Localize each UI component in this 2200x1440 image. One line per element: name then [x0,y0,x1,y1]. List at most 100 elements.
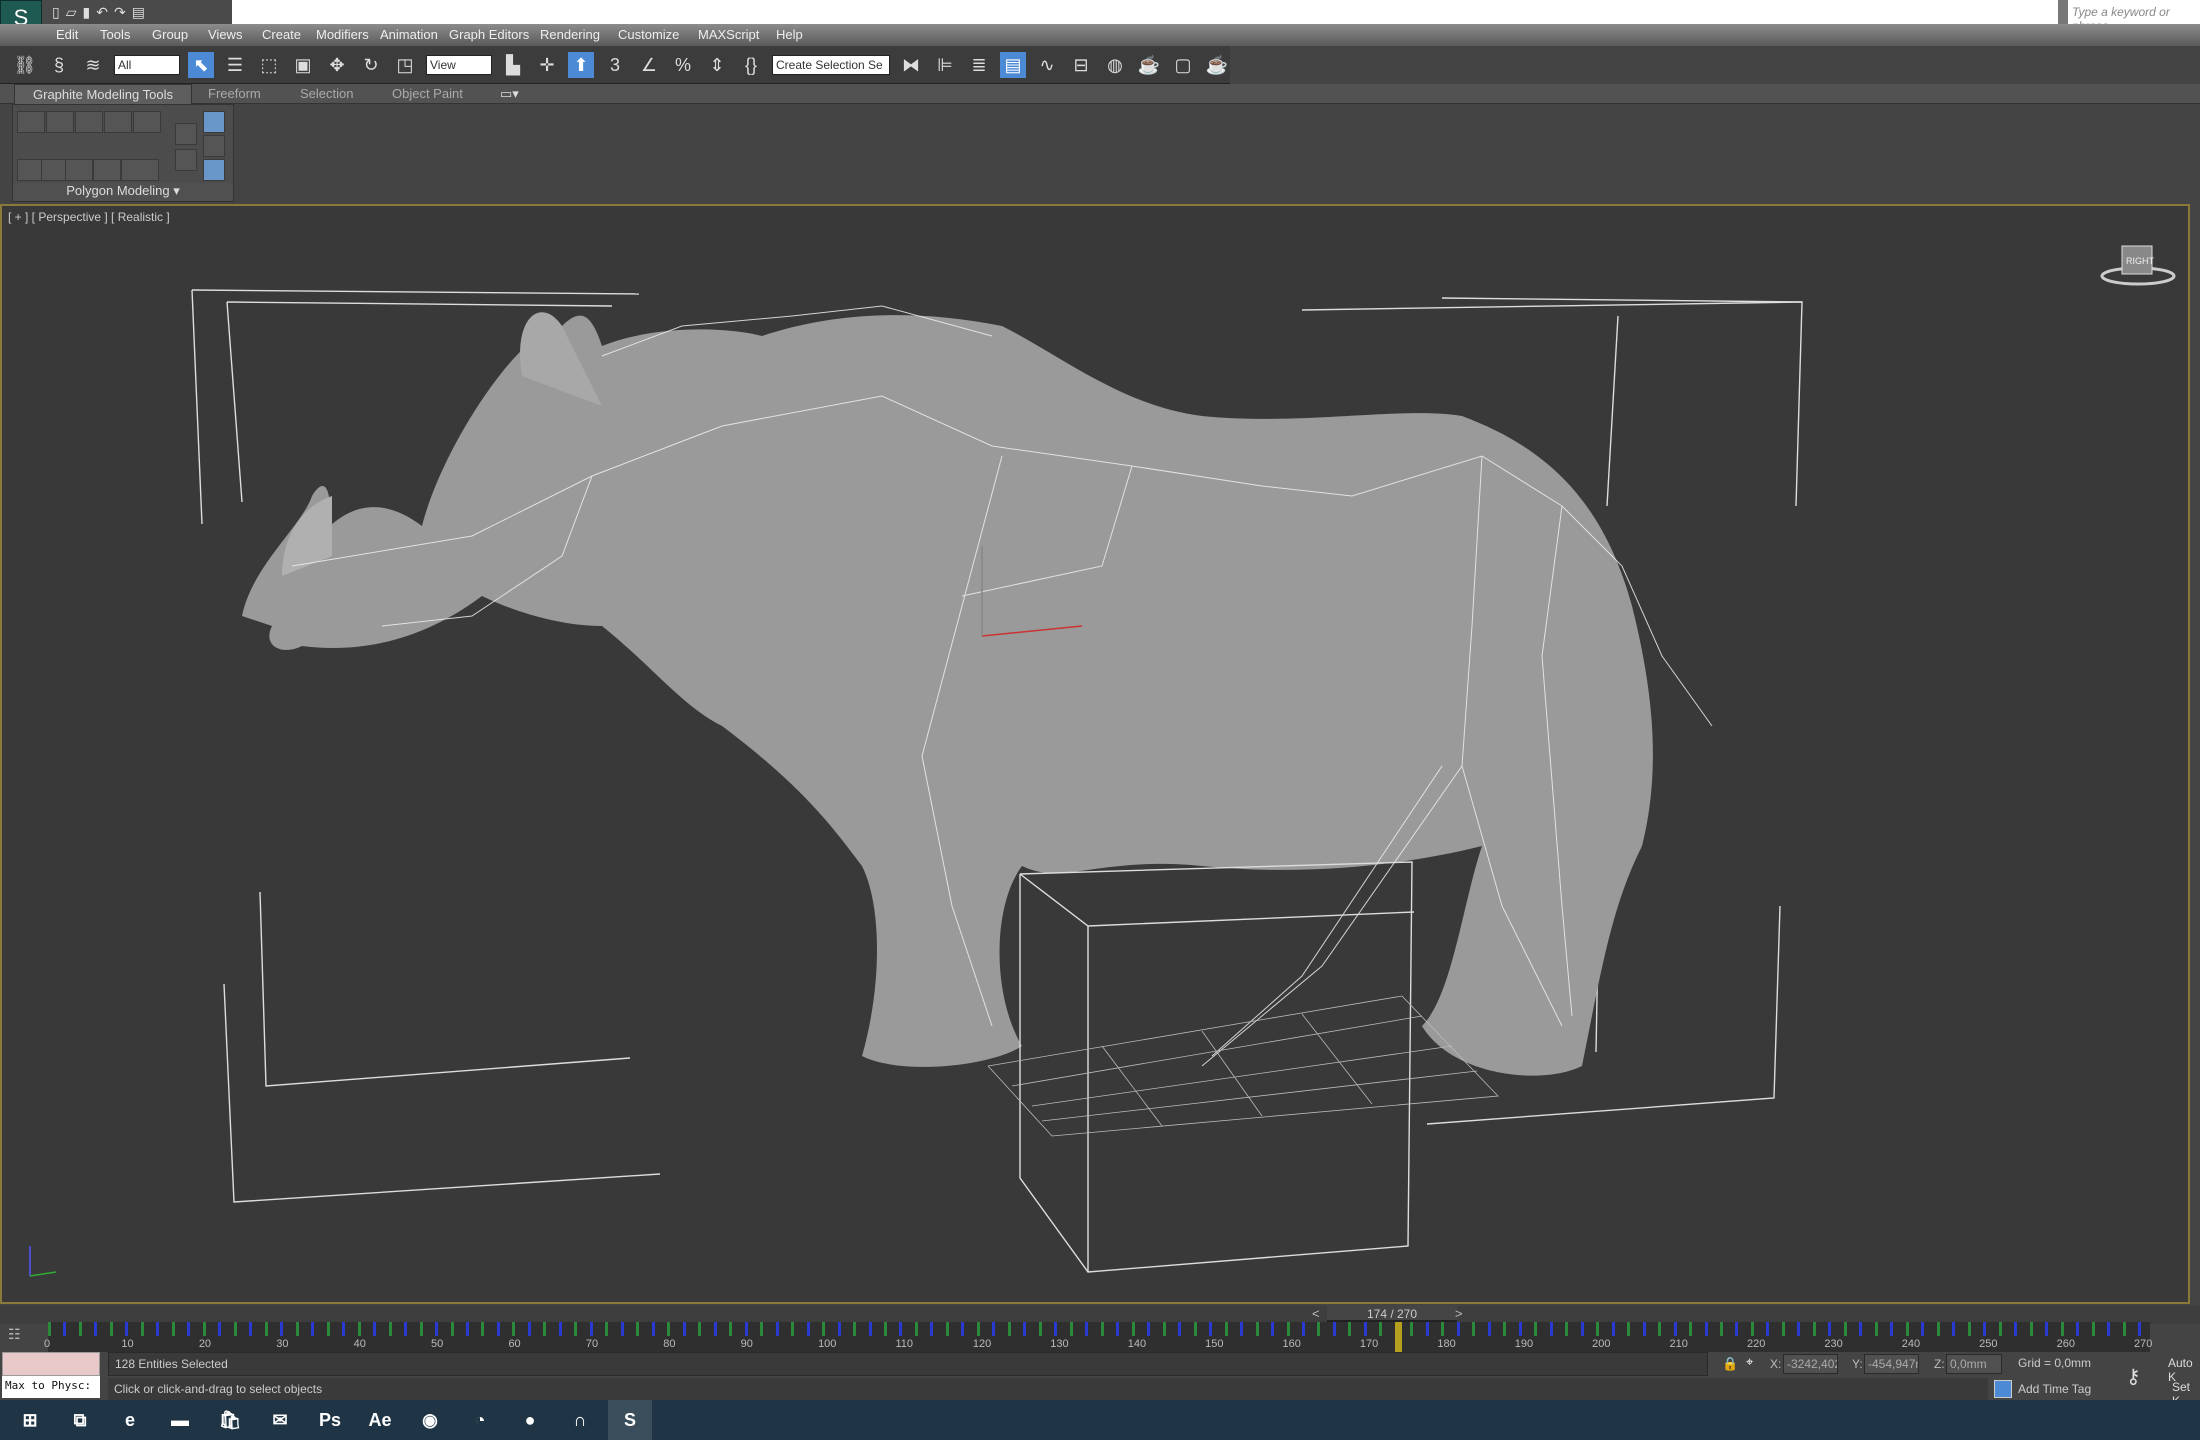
snaps-toggle-icon[interactable]: 3 [602,52,628,78]
keyboard-shortcut-override-icon[interactable]: ⬆ [568,51,594,78]
menu-tools[interactable]: Tools [100,27,130,42]
collapse-icon[interactable] [121,159,159,181]
rotate-icon[interactable]: ↻ [358,52,384,78]
tab-graphite-modeling-tools[interactable]: Graphite Modeling Tools [14,84,192,104]
after-effects-icon[interactable]: Ae [358,1400,402,1440]
trackbar[interactable]: 0 10 20 30 40 50 60 70 80 90 100 110 120 130 140 150 160… [44,1322,2152,1352]
scale-icon[interactable]: ◳ [392,52,418,78]
set-key-icon[interactable]: ⚷ [2126,1364,2141,1389]
app-orange-icon[interactable]: ∩ [558,1400,602,1440]
material-editor-icon[interactable]: ◍ [1102,52,1128,78]
z-coordinate-field[interactable]: 0,0mm [1946,1354,2002,1374]
task-view-icon[interactable]: ⧉ [58,1400,102,1440]
unlink-icon[interactable]: § [46,52,72,78]
rect-selection-icon[interactable]: ⬚ [256,52,282,78]
tab-selection[interactable]: Selection [300,86,353,101]
selection-lock-icon[interactable]: 🔒 [1722,1356,1738,1372]
tab-freeform[interactable]: Freeform [208,86,261,101]
schematic-view-icon[interactable]: ⊟ [1068,52,1094,78]
maxscript-mini-listener[interactable] [2,1352,100,1376]
search-input[interactable]: Type a keyword or phrase [2058,0,2200,33]
select-object-icon[interactable]: ⬉ [188,51,214,78]
start-icon[interactable]: ⊞ [8,1400,52,1440]
modify-mode-3-icon[interactable] [65,159,93,181]
link-icon[interactable]: ⛓ [12,52,38,78]
store-icon[interactable]: 🛍 [208,1400,252,1440]
menu-modifiers[interactable]: Modifiers [316,27,369,42]
show-end-result-icon[interactable] [203,111,225,133]
mirror-icon[interactable]: ⧓ [898,52,924,78]
chat-icon[interactable]: ● [508,1400,552,1440]
absolute-mode-icon[interactable]: ⌖ [1746,1354,1753,1370]
blender-icon[interactable]: ◔ [458,1400,502,1440]
edit-named-selection-icon[interactable]: {} [738,52,764,78]
add-time-tag-button[interactable]: Add Time Tag [2016,1380,2116,1400]
perspective-viewport[interactable]: [ + ] [ Perspective ] [ Realistic ] RIGH… [0,204,2190,1304]
prev-frame-button[interactable]: < [1312,1306,1320,1321]
new-icon[interactable]: ▯ [52,4,60,21]
menu-maxscript[interactable]: MAXScript [698,27,759,42]
percent-snap-icon[interactable]: % [670,52,696,78]
open-icon[interactable]: ▱ [66,4,77,21]
polygon-mode-icon[interactable] [104,111,132,133]
viewcube-label[interactable]: RIGHT [2126,256,2155,266]
align-icon[interactable]: ⊫ [932,52,958,78]
angle-snap-icon[interactable]: ∠ [636,52,662,78]
curve-editor-icon[interactable]: ∿ [1034,52,1060,78]
3ds-max-icon[interactable]: S [608,1400,652,1440]
border-mode-icon[interactable] [75,111,103,133]
element-mode-icon[interactable] [133,111,161,133]
file-explorer-icon[interactable]: ▬ [158,1400,202,1440]
menu-help[interactable]: Help [776,27,803,42]
vertex-mode-icon[interactable] [17,111,45,133]
rendered-frame-window-icon[interactable]: ▢ [1170,52,1196,78]
render-setup-icon[interactable]: ☕ [1136,52,1162,78]
project-icon[interactable]: ▤ [132,4,145,21]
pivot-center-icon[interactable]: ✛ [534,52,560,78]
spinner-snap-icon[interactable]: ⇕ [704,52,730,78]
edge-icon[interactable]: e [108,1400,152,1440]
edge-mode-icon[interactable] [46,111,74,133]
photoshop-icon[interactable]: Ps [308,1400,352,1440]
y-coordinate-field[interactable]: -454,947m [1864,1354,1919,1374]
ribbon-options-icon[interactable]: ▭▾ [500,86,519,102]
selection-filter-dropdown[interactable]: All [114,54,180,75]
select-by-name-icon[interactable]: ☰ [222,52,248,78]
time-slider[interactable]: 174 / 270 [1327,1306,1457,1322]
reference-coord-dropdown[interactable]: View [426,54,492,75]
select-manipulate-icon[interactable]: ▙ [500,52,526,78]
menu-create[interactable]: Create [262,27,301,42]
undo-icon[interactable]: ↶ [96,4,108,21]
timeline-toggle-icon[interactable]: ☷ [8,1326,21,1343]
save-icon[interactable]: ▮ [83,4,91,21]
bind-spacewarp-icon[interactable]: ≋ [80,52,106,78]
previous-modifier-icon[interactable] [175,123,197,145]
tab-object-paint[interactable]: Object Paint [392,86,463,101]
scene-explorer-icon[interactable]: ▤ [1000,51,1026,78]
mail-icon[interactable]: ✉ [258,1400,302,1440]
redo-icon[interactable]: ↷ [114,4,126,21]
move-icon[interactable]: ✥ [324,52,350,78]
next-modifier-icon[interactable] [175,149,197,171]
menu-animation[interactable]: Animation [380,27,438,42]
polygon-modeling-dropdown[interactable]: Polygon Modeling ▾ [13,183,233,201]
render-production-icon[interactable]: ☕ [1204,52,1230,78]
layer-explorer-icon[interactable]: ≣ [966,52,992,78]
apply-modifier-icon[interactable] [93,159,121,181]
maxscript-input[interactable]: Max to Physc: [2,1376,100,1398]
x-coordinate-field[interactable]: -3242,402r [1783,1354,1838,1374]
menu-rendering[interactable]: Rendering [540,27,600,42]
use-soft-selection-icon[interactable] [203,159,225,181]
menu-customize[interactable]: Customize [618,27,679,42]
menu-edit[interactable]: Edit [56,27,78,42]
next-frame-button[interactable]: > [1455,1306,1463,1321]
menu-graph-editors[interactable]: Graph Editors [449,27,529,42]
time-tag-icon[interactable] [1994,1380,2012,1398]
menu-group[interactable]: Group [152,27,188,42]
window-crossing-icon[interactable]: ▣ [290,52,316,78]
chrome-icon[interactable]: ◉ [408,1400,452,1440]
named-selection-dropdown[interactable]: Create Selection Se [772,54,890,75]
menu-views[interactable]: Views [208,27,242,42]
pin-stack-icon[interactable] [203,135,225,157]
current-frame-marker[interactable] [1394,1322,1402,1352]
